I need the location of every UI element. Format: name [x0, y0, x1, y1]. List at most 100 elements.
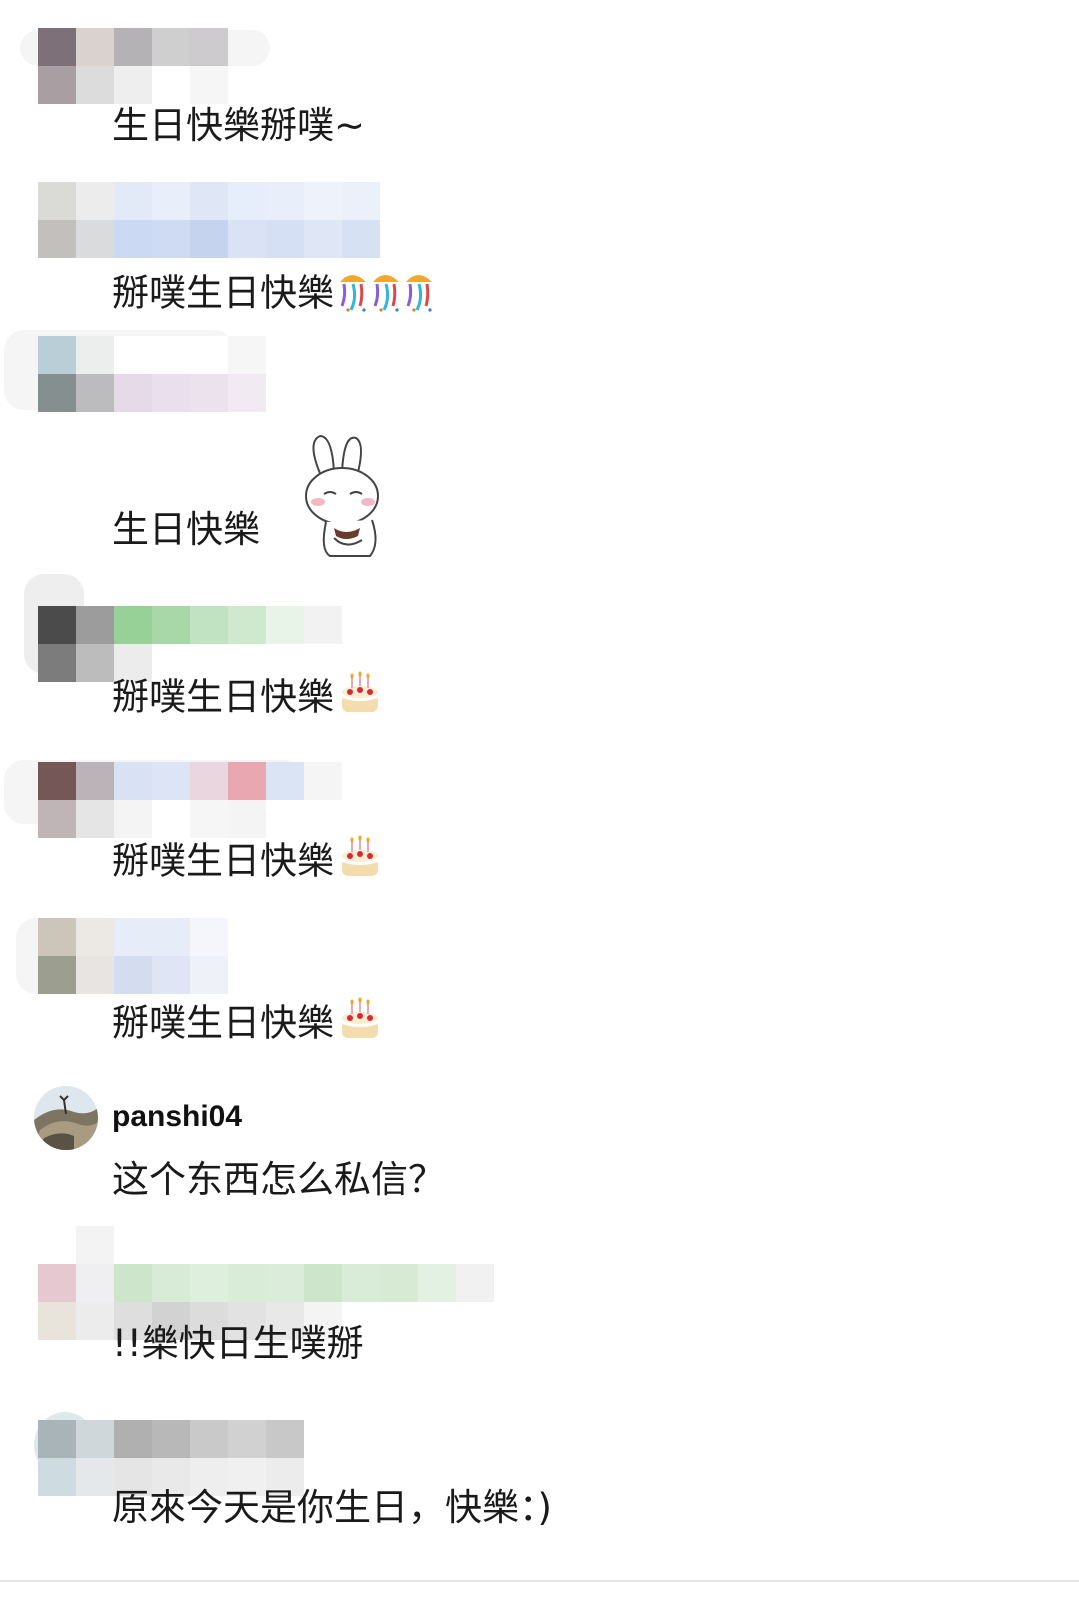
mosaic-tile [190, 374, 228, 412]
mosaic-tile [114, 336, 152, 374]
comment-text: 掰噗生日快樂 [112, 266, 436, 324]
divider [0, 1580, 1079, 1582]
mosaic-tile [266, 1420, 304, 1458]
mosaic-tile [266, 1264, 304, 1302]
mosaic-tile [38, 28, 76, 66]
mosaic-tile [152, 800, 190, 838]
mosaic-tile [228, 182, 266, 220]
comment-author[interactable]: panshi04 [112, 1100, 242, 1134]
mosaic-tile [190, 220, 228, 258]
mosaic-tile [38, 336, 76, 374]
mosaic-tile [266, 182, 304, 220]
mosaic-tile [76, 28, 114, 66]
mosaic-tile [76, 1264, 114, 1302]
mosaic-tile [152, 336, 190, 374]
mosaic-tile [380, 1226, 418, 1264]
mosaic-tile [304, 182, 342, 220]
mosaic-tile [228, 336, 266, 374]
mosaic-tile [228, 374, 266, 412]
mosaic-tile [38, 606, 76, 644]
comment-text: 原來今天是你生日，快樂：) [112, 1486, 552, 1529]
avatar[interactable] [34, 1086, 98, 1150]
comment-text: 生日快樂掰噗~ [112, 104, 366, 147]
mosaic-tile [190, 1264, 228, 1302]
mosaic-tile [266, 762, 304, 800]
mosaic-tile [228, 220, 266, 258]
mosaic-tile [76, 918, 114, 956]
mosaic-tile [342, 220, 380, 258]
mosaic-tile [152, 918, 190, 956]
comment-text: 生日快樂 [112, 508, 260, 551]
mosaic-tile [456, 1302, 494, 1340]
comment-text: 掰噗生日快樂 [112, 996, 384, 1054]
mosaic-tile [114, 182, 152, 220]
mosaic-tile [380, 1302, 418, 1340]
pixelated-author [38, 1420, 304, 1496]
mosaic-tile [114, 1226, 152, 1264]
mosaic-tile [76, 220, 114, 258]
birthday-cake-icon [336, 996, 384, 1054]
mosaic-tile [266, 220, 304, 258]
mosaic-tile [114, 28, 152, 66]
mosaic-tile [190, 66, 228, 104]
mosaic-tile [76, 1458, 114, 1496]
mosaic-tile [266, 800, 304, 838]
mosaic-tile [114, 374, 152, 412]
mosaic-tile [38, 1226, 76, 1264]
mosaic-tile [418, 1302, 456, 1340]
mosaic-tile [228, 1420, 266, 1458]
mosaic-tile [114, 918, 152, 956]
mosaic-tile [76, 606, 114, 644]
mosaic-tile [304, 1264, 342, 1302]
mosaic-tile [190, 918, 228, 956]
mosaic-tile [228, 1264, 266, 1302]
pixelated-author [38, 336, 266, 412]
mosaic-tile [76, 66, 114, 104]
mosaic-tile [418, 1226, 456, 1264]
pixelated-author [38, 182, 380, 258]
mosaic-tile [152, 1264, 190, 1302]
mosaic-tile [190, 762, 228, 800]
mosaic-tile [190, 956, 228, 994]
pixelated-author [38, 28, 228, 104]
mosaic-tile [190, 336, 228, 374]
mosaic-tile [266, 606, 304, 644]
mosaic-tile [114, 66, 152, 104]
mosaic-tile [38, 644, 76, 682]
comment: 生日快樂掰噗~ [0, 0, 1079, 160]
mosaic-tile [228, 1226, 266, 1264]
mosaic-tile [38, 220, 76, 258]
mosaic-tile [114, 1420, 152, 1458]
mosaic-tile [380, 1264, 418, 1302]
mosaic-tile [38, 66, 76, 104]
mosaic-tile [304, 220, 342, 258]
mosaic-tile [304, 800, 342, 838]
mosaic-tile [190, 1226, 228, 1264]
mosaic-tile [38, 1302, 76, 1340]
mosaic-tile [152, 28, 190, 66]
mosaic-tile [114, 220, 152, 258]
mosaic-tile [76, 1226, 114, 1264]
mosaic-tile [152, 374, 190, 412]
mosaic-tile [76, 762, 114, 800]
mosaic-tile [456, 1264, 494, 1302]
comment-text: 掰噗生日快樂 [112, 834, 384, 892]
mosaic-tile [76, 800, 114, 838]
mosaic-tile [38, 1420, 76, 1458]
mosaic-tile [38, 956, 76, 994]
mosaic-tile [228, 800, 266, 838]
mosaic-tile [38, 1458, 76, 1496]
mosaic-tile [342, 1226, 380, 1264]
birthday-cake-icon [336, 670, 384, 728]
mosaic-tile [190, 606, 228, 644]
mosaic-tile [38, 918, 76, 956]
bunny-sticker [300, 432, 390, 564]
mosaic-tile [304, 606, 342, 644]
birthday-cake-icon [336, 834, 384, 892]
comment-text: !!樂快日生噗掰 [112, 1322, 364, 1365]
mosaic-tile [152, 220, 190, 258]
mosaic-tile [342, 1264, 380, 1302]
mosaic-tile [304, 762, 342, 800]
comment-feed: 生日快樂掰噗~ 掰噗生日快樂 生日快樂 掰噗生日快樂 掰噗生日快樂 掰噗生日快樂… [0, 0, 1079, 1597]
mosaic-tile [38, 762, 76, 800]
